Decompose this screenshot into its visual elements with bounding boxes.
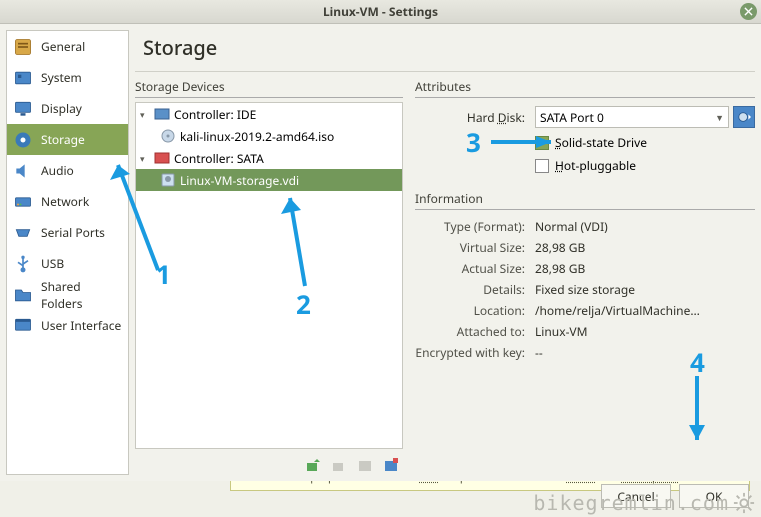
serial-icon: [13, 223, 33, 243]
info-label: Details:: [415, 281, 535, 298]
info-label: Location:: [415, 302, 535, 319]
storage-toolbar: [135, 449, 403, 475]
watermark: bikegremlin.com: [533, 491, 755, 515]
info-label: Virtual Size:: [415, 239, 535, 256]
add-controller-button[interactable]: [303, 455, 323, 475]
add-attachment-button[interactable]: [355, 455, 375, 475]
sidebar-item-user-interface[interactable]: User Interface: [7, 310, 128, 341]
hdd-icon: [160, 172, 176, 188]
disk-menu-icon: [737, 110, 751, 124]
sidebar-item-label: System: [41, 69, 82, 86]
info-value: /home/relja/VirtualMachine…: [535, 302, 755, 319]
main-panel: Storage Storage Devices ▾ Controller: ID…: [135, 30, 755, 475]
disc-icon: [160, 128, 176, 144]
ide-disc-item[interactable]: kali-linux-2019.2-amd64.iso: [136, 125, 402, 147]
page-title: Storage: [135, 30, 755, 71]
sidebar-item-label: Network: [41, 193, 89, 210]
sidebar-item-label: Shared Folders: [41, 278, 122, 312]
sidebar-item-display[interactable]: Display: [7, 93, 128, 124]
sata-hdd-item[interactable]: Linux-VM-storage.vdi: [136, 169, 402, 191]
select-value: SATA Port 0: [540, 109, 604, 126]
tree-label: Linux-VM-storage.vdi: [180, 172, 299, 189]
info-value: Linux-VM: [535, 323, 755, 340]
info-value: Fixed size storage: [535, 281, 755, 298]
ssd-label: Solid-state Drive: [555, 134, 647, 151]
sidebar-item-network[interactable]: Network: [7, 186, 128, 217]
network-icon: [13, 192, 33, 212]
info-label: Attached to:: [415, 323, 535, 340]
sidebar-item-serial-ports[interactable]: Serial Ports: [7, 217, 128, 248]
sidebar-item-audio[interactable]: Audio: [7, 155, 128, 186]
tree-label: kali-linux-2019.2-amd64.iso: [180, 128, 334, 145]
controller-icon: [154, 106, 170, 122]
info-value: --: [535, 344, 755, 361]
storage-devices-heading: Storage Devices: [135, 76, 403, 98]
titlebar: Linux-VM - Settings: [0, 0, 761, 24]
folder-icon: [13, 285, 33, 305]
info-label: Actual Size:: [415, 260, 535, 277]
audio-icon: [13, 161, 33, 181]
sidebar-item-label: User Interface: [41, 317, 121, 334]
settings-sidebar: General System Display Storage Audio Net…: [6, 30, 129, 475]
expand-icon: ▾: [140, 152, 150, 165]
storage-devices-tree[interactable]: ▾ Controller: IDE kali-linux-2019.2-amd6…: [135, 102, 403, 449]
tree-label: Controller: IDE: [174, 106, 256, 123]
close-icon: [744, 7, 753, 16]
info-label: Type (Format):: [415, 218, 535, 235]
controller-ide[interactable]: ▾ Controller: IDE: [136, 103, 402, 125]
tree-label: Controller: SATA: [174, 150, 264, 167]
sidebar-item-label: USB: [41, 255, 64, 272]
display-icon: [13, 99, 33, 119]
window-title: Linux-VM - Settings: [323, 3, 438, 20]
general-icon: [13, 37, 33, 57]
info-value: Normal (VDI): [535, 218, 755, 235]
sidebar-item-storage[interactable]: Storage: [7, 124, 128, 155]
usb-icon: [13, 254, 33, 274]
attributes-heading: Attributes: [415, 76, 755, 98]
ui-icon: [13, 316, 33, 336]
sidebar-item-system[interactable]: System: [7, 62, 128, 93]
system-icon: [13, 68, 33, 88]
sidebar-item-shared-folders[interactable]: Shared Folders: [7, 279, 128, 310]
remove-attachment-button[interactable]: [381, 455, 401, 475]
controller-sata[interactable]: ▾ Controller: SATA: [136, 147, 402, 169]
choose-disk-button[interactable]: [733, 106, 755, 128]
close-button[interactable]: [740, 3, 757, 20]
info-value: 28,98 GB: [535, 260, 755, 277]
information-heading: Information: [415, 188, 755, 210]
chevron-down-icon: ▼: [715, 111, 724, 124]
sidebar-item-label: Storage: [41, 131, 85, 148]
info-value: 28,98 GB: [535, 239, 755, 256]
divider: [135, 71, 755, 72]
sidebar-item-usb[interactable]: USB: [7, 248, 128, 279]
storage-icon: [13, 130, 33, 150]
sidebar-item-label: Display: [41, 100, 82, 117]
hard-disk-label: Hard Disk:: [415, 109, 535, 126]
info-label: Encrypted with key:: [415, 344, 535, 361]
hard-disk-select[interactable]: SATA Port 0 ▼: [535, 106, 729, 128]
controller-icon: [154, 150, 170, 166]
gear-icon: [733, 492, 755, 514]
sidebar-item-label: General: [41, 38, 85, 55]
expand-icon: ▾: [140, 108, 150, 121]
remove-controller-button[interactable]: [329, 455, 349, 475]
sidebar-item-label: Serial Ports: [41, 224, 105, 241]
sidebar-item-label: Audio: [41, 162, 74, 179]
ssd-checkbox[interactable]: ✓: [535, 136, 549, 150]
hotpluggable-checkbox[interactable]: [535, 159, 549, 173]
hotpluggable-label: Hot-pluggable: [555, 157, 636, 174]
sidebar-item-general[interactable]: General: [7, 31, 128, 62]
